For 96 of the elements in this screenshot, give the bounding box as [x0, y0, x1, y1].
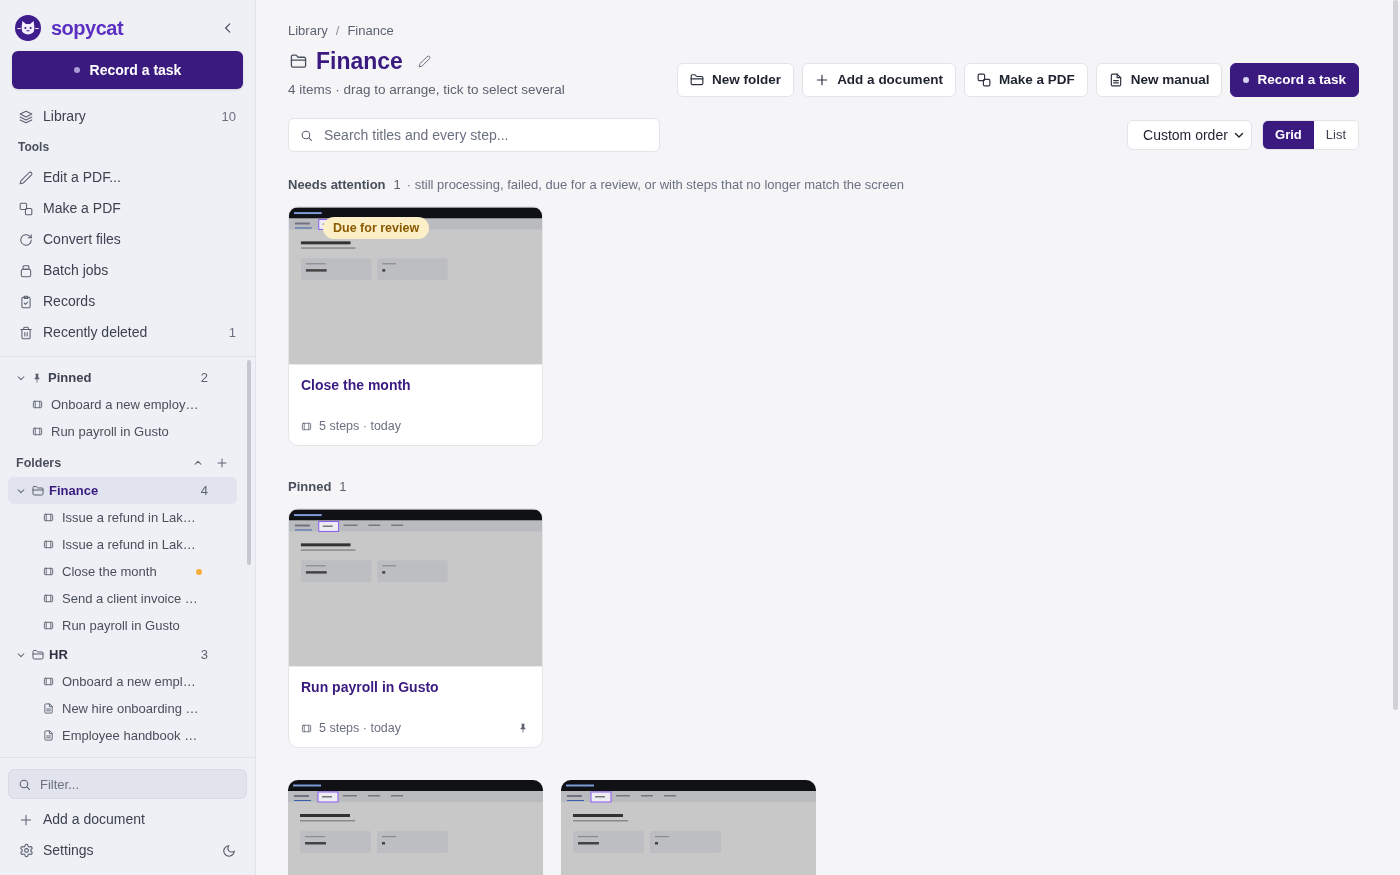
nav-item[interactable]: Batch jobs: [8, 255, 247, 286]
layers-icon: [19, 109, 33, 124]
toolbar-button[interactable]: Record a task: [1230, 63, 1359, 97]
nav-item[interactable]: Recently deleted 1: [8, 317, 247, 348]
page-title: Finance: [316, 46, 403, 76]
breadcrumb-separator: /: [335, 22, 340, 41]
screenshot-card-drawing[interactable]: [561, 780, 816, 875]
card-title[interactable]: Close the month: [301, 375, 530, 395]
film-icon: [43, 539, 54, 550]
status-badge: Due for review: [323, 217, 430, 239]
sort-dropdown[interactable]: Custom order: [1127, 120, 1253, 150]
folder-icon: [32, 484, 44, 497]
film-icon: [43, 676, 54, 687]
document-card[interactable]: Run payroll in Gusto 5 steps · today: [288, 508, 543, 748]
film-icon: [43, 566, 54, 577]
clipboard-check-icon: [19, 294, 33, 309]
scrollbar-thumb[interactable]: [1393, 0, 1398, 710]
search-icon: [300, 128, 313, 142]
toolbar-button[interactable]: Make a PDF: [963, 63, 1088, 97]
screenshot-card-drawing[interactable]: [288, 780, 543, 875]
document-item[interactable]: Issue a refund in Lak…: [8, 531, 237, 558]
dot-icon: [73, 67, 80, 73]
document-item[interactable]: Issue a refund in Lak…: [8, 504, 237, 531]
toolbar-button[interactable]: New manual: [1095, 63, 1223, 97]
item-count: 1: [393, 176, 401, 195]
film-icon: [43, 512, 54, 523]
document-icon: [1108, 73, 1123, 87]
document-icon: [43, 730, 54, 741]
settings-icon: [19, 843, 34, 858]
section-heading: Needs attention: [288, 176, 386, 195]
film-icon: [301, 722, 312, 734]
film-icon: [43, 593, 54, 604]
folder-icon: [290, 52, 307, 70]
nav-item[interactable]: Edit a PDF...: [8, 162, 247, 193]
jar-icon: [19, 263, 33, 278]
add-document-button[interactable]: Add a document: [8, 804, 247, 835]
document-item[interactable]: New hire onboarding …: [8, 695, 237, 722]
item-count: 2: [200, 368, 208, 387]
document-item[interactable]: Onboard a new empl…: [8, 668, 237, 695]
chevron-up-icon[interactable]: [193, 458, 203, 468]
filter-field[interactable]: Filter...: [8, 769, 247, 799]
pin-icon: [32, 372, 42, 383]
brand-name: sopycat: [51, 16, 124, 41]
trash-icon: [19, 325, 33, 340]
view-option-tab[interactable]: Grid: [1263, 121, 1314, 149]
settings-button[interactable]: Settings: [19, 840, 94, 861]
search-field[interactable]: Search titles and every step...: [288, 118, 660, 152]
breadcrumb-current: Finance: [347, 22, 394, 41]
squares-icon: [976, 73, 991, 87]
nav-item[interactable]: Records: [8, 286, 247, 317]
scrollbar-thumb[interactable]: [247, 360, 251, 565]
plus-icon[interactable]: [216, 457, 228, 469]
squares-icon: [19, 201, 33, 216]
section-note: · still processing, failed, due for a review, or with steps that no longer match the screen: [406, 176, 904, 195]
nav-item[interactable]: Make a PDF: [8, 193, 247, 224]
nav-item[interactable]: Convert files: [8, 224, 247, 255]
document-icon: [43, 703, 54, 714]
breadcrumb-link[interactable]: Library: [288, 21, 328, 41]
document-item[interactable]: Onboard a new employ…: [8, 391, 237, 418]
toolbar-button[interactable]: Add a document: [802, 63, 956, 97]
toolbar-button[interactable]: New folder: [677, 63, 795, 97]
section-heading: Pinned: [48, 368, 92, 387]
refresh-icon: [19, 232, 33, 247]
moon-icon[interactable]: [222, 843, 236, 858]
film-icon: [32, 399, 43, 410]
document-item[interactable]: Employee handbook …: [8, 722, 237, 749]
pencil-icon[interactable]: [417, 54, 431, 68]
nav-item[interactable]: Library 10: [8, 101, 247, 132]
plus-icon: [19, 812, 33, 827]
folder-icon: [690, 73, 705, 87]
document-item[interactable]: Send a client invoice …: [8, 585, 237, 612]
dot-icon: [1243, 77, 1250, 83]
document-card[interactable]: Due for review Close the month 5 steps · today: [288, 206, 543, 446]
plus-icon: [815, 73, 830, 87]
document-item[interactable]: Run payroll in Gusto: [8, 418, 237, 445]
page-subtitle: 4 items · drag to arrange, tick to select several: [288, 81, 565, 98]
film-icon: [301, 420, 312, 432]
card-title[interactable]: Run payroll in Gusto: [301, 677, 530, 697]
record-task-button[interactable]: Record a task: [12, 51, 243, 89]
item-count: 1: [339, 478, 347, 497]
search-icon: [18, 777, 31, 791]
film-icon: [43, 620, 54, 631]
film-icon: [32, 426, 43, 437]
pin-icon[interactable]: [518, 723, 528, 733]
section-heading: Tools: [17, 139, 51, 156]
section-heading: Pinned: [288, 478, 332, 497]
folder-icon: [32, 648, 44, 661]
folder-item[interactable]: Finance 4: [8, 477, 237, 504]
card-meta: 5 steps · today: [319, 417, 401, 435]
card-meta: 5 steps · today: [319, 719, 401, 737]
cat-logo-icon: [15, 15, 41, 41]
document-item[interactable]: Run payroll in Gusto: [8, 612, 237, 639]
document-item[interactable]: Close the month: [8, 558, 237, 585]
section-heading: Folders: [16, 454, 62, 472]
pencil-icon: [19, 170, 33, 185]
folder-item[interactable]: HR 3: [8, 641, 237, 668]
